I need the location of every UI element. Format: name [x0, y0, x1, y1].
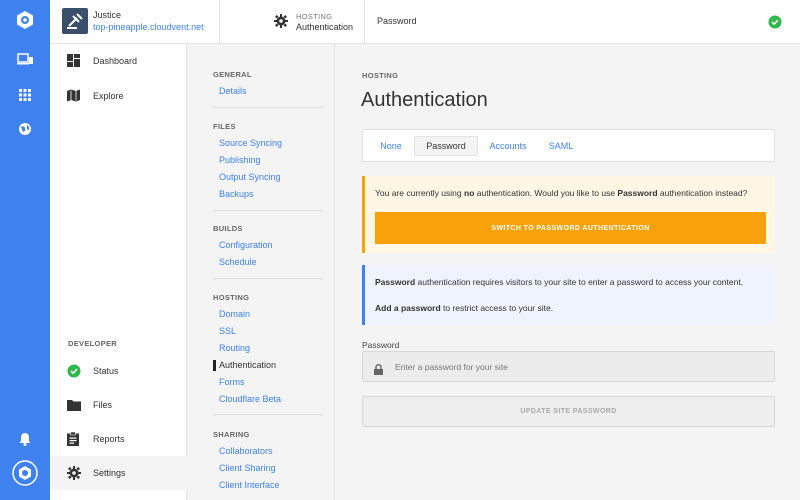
folder-icon — [67, 398, 81, 416]
nav-item-label: Settings — [93, 468, 126, 478]
subnav-link-publishing[interactable]: Publishing — [219, 155, 261, 165]
nav-item-explore[interactable]: Explore — [50, 79, 187, 113]
info-line-1: Password authentication requires visitor… — [375, 277, 744, 287]
subnav-group-title: HOSTING — [213, 293, 250, 302]
subnav-link-output-syncing[interactable]: Output Syncing — [219, 172, 281, 182]
gear-icon — [274, 14, 288, 33]
nav-item-dashboard[interactable]: Dashboard — [50, 44, 187, 78]
warning-panel: You are currently using no authenticatio… — [362, 176, 775, 253]
subnav-link-routing[interactable]: Routing — [219, 343, 250, 353]
subnav-link-authentication[interactable]: Authentication — [219, 360, 276, 370]
subnav-divider — [213, 210, 323, 211]
switch-to-password-button[interactable]: SWITCH TO PASSWORD AUTHENTICATION — [375, 212, 766, 244]
page-title: Authentication — [361, 89, 488, 111]
breadcrumb-section[interactable]: HOSTING Authentication — [220, 0, 365, 44]
nav-item-settings[interactable]: Settings — [50, 456, 187, 490]
subnav-group-title: FILES — [213, 122, 236, 131]
subnav-link-ssl[interactable]: SSL — [219, 326, 236, 336]
devices-icon[interactable] — [0, 45, 50, 75]
settings-subnav: GENERAL Details FILES Source Syncing Pub… — [187, 44, 335, 500]
password-input[interactable] — [395, 352, 765, 381]
nav-item-label: Dashboard — [93, 56, 138, 66]
check-circle-icon — [67, 364, 81, 383]
account-avatar-icon[interactable] — [0, 458, 50, 488]
password-label: Password — [362, 340, 400, 350]
tab-saml[interactable]: SAML — [541, 136, 581, 156]
nav-item-reports[interactable]: Reports — [50, 422, 187, 456]
subnav-link-client-interface[interactable]: Client Interface — [219, 480, 280, 490]
apps-grid-icon[interactable] — [0, 80, 50, 110]
breadcrumb-current: Password — [377, 16, 417, 26]
subnav-group-title: BUILDS — [213, 224, 243, 233]
clipboard-icon — [67, 431, 79, 451]
subnav-link-forms[interactable]: Forms — [219, 377, 245, 387]
nav-item-label: Explore — [93, 91, 124, 101]
subnav-link-details[interactable]: Details — [219, 86, 247, 96]
tab-accounts[interactable]: Accounts — [483, 136, 533, 156]
developer-section-title: DEVELOPER — [68, 339, 117, 348]
site-name: Justice — [93, 10, 122, 20]
dashboard-icon — [67, 54, 80, 72]
nav-item-label: Files — [93, 400, 113, 410]
top-bar: Justice top-pineapple.cloudvent.net HOST… — [50, 0, 800, 44]
subnav-divider — [213, 414, 323, 415]
tab-password[interactable]: Password — [414, 136, 478, 156]
subnav-active-indicator — [213, 360, 216, 371]
warning-message: You are currently using no authenticatio… — [375, 188, 748, 198]
nav-item-files[interactable]: Files — [50, 388, 187, 422]
subnav-link-client-sharing[interactable]: Client Sharing — [219, 463, 276, 473]
update-password-button[interactable]: UPDATE SITE PASSWORD — [362, 396, 775, 427]
site-switcher[interactable]: Justice top-pineapple.cloudvent.net — [50, 0, 220, 44]
auth-tabs: None Password Accounts SAML — [362, 129, 775, 162]
check-circle-icon — [768, 15, 782, 34]
globe-icon[interactable] — [0, 114, 50, 144]
password-field-wrapper — [362, 351, 775, 382]
subnav-link-schedule[interactable]: Schedule — [219, 257, 257, 267]
map-icon — [67, 89, 80, 107]
bell-icon[interactable] — [0, 424, 50, 454]
primary-nav: Dashboard Explore DEVELOPER Status Files… — [50, 44, 187, 500]
info-panel: Password authentication requires visitor… — [362, 265, 775, 325]
subnav-link-cloudflare-beta[interactable]: Cloudflare Beta — [219, 394, 281, 404]
main-content: HOSTING Authentication None Password Acc… — [335, 44, 800, 500]
subnav-link-collaborators[interactable]: Collaborators — [219, 446, 273, 456]
nav-item-label: Reports — [93, 434, 125, 444]
subnav-link-configuration[interactable]: Configuration — [219, 240, 273, 250]
lock-icon — [374, 362, 383, 380]
gear-icon — [67, 466, 81, 485]
subnav-link-backups[interactable]: Backups — [219, 189, 254, 199]
breadcrumb-section-label: HOSTING — [296, 12, 333, 21]
cloudvent-logo-icon[interactable] — [0, 5, 50, 35]
site-url[interactable]: top-pineapple.cloudvent.net — [93, 22, 204, 32]
subnav-divider — [213, 278, 323, 279]
nav-item-status[interactable]: Status — [50, 354, 187, 388]
page-eyebrow: HOSTING — [362, 71, 399, 80]
site-logo — [62, 8, 88, 34]
info-line-2: Add a password to restrict access to you… — [375, 303, 554, 313]
subnav-link-domain[interactable]: Domain — [219, 309, 250, 319]
subnav-group-title: GENERAL — [213, 70, 252, 79]
subnav-link-source-syncing[interactable]: Source Syncing — [219, 138, 282, 148]
nav-item-label: Status — [93, 366, 119, 376]
app-rail — [0, 0, 50, 500]
subnav-divider — [213, 107, 323, 108]
tab-none[interactable]: None — [371, 136, 411, 156]
subnav-group-title: SHARING — [213, 430, 250, 439]
